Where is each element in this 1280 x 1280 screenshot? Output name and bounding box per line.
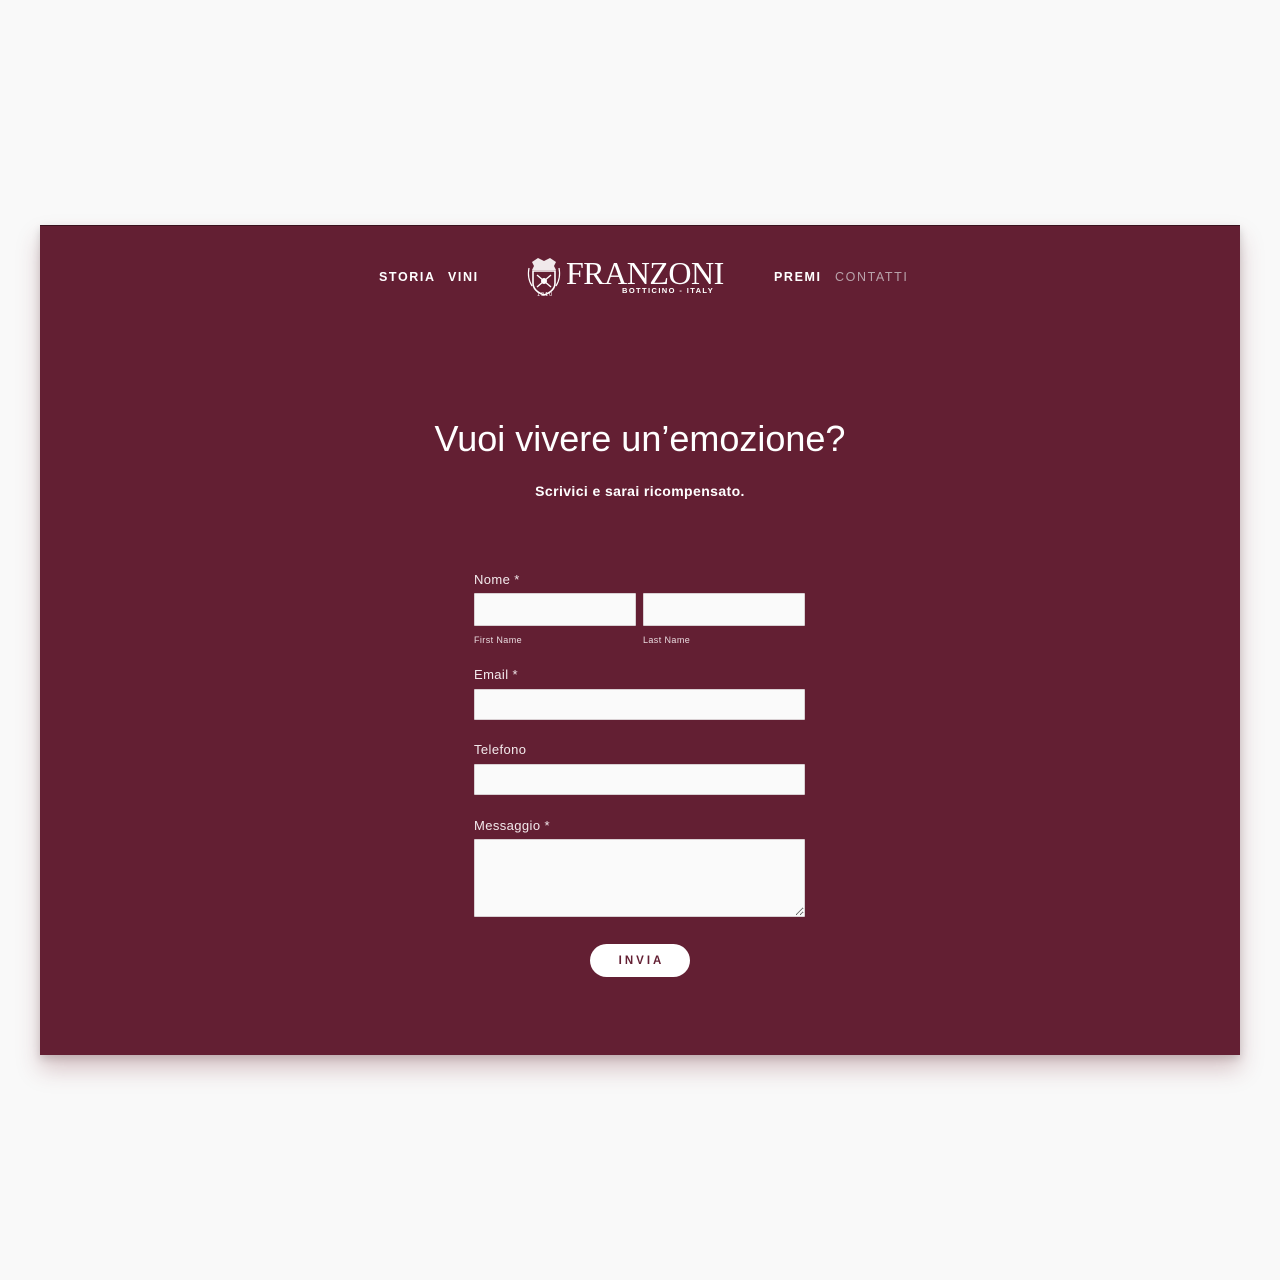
page-title: Vuoi vivere un’emozione? (434, 418, 846, 459)
last-name-sublabel: Last Name (643, 635, 691, 645)
email-field[interactable] (474, 689, 805, 720)
phone-label: Telefono (474, 742, 527, 757)
nav-item-vini[interactable]: VINI (448, 270, 479, 284)
nav-item-contatti[interactable]: CONTATTI (835, 270, 908, 284)
nav-item-premi[interactable]: PREMI (774, 270, 822, 284)
message-label: Messaggio * (474, 818, 550, 833)
logo-year: 1910 (537, 292, 554, 298)
logo-tagline: BOTTICINO - ITALY (622, 286, 715, 295)
first-name-sublabel: First Name (474, 635, 523, 645)
first-name-input[interactable] (474, 593, 636, 626)
name-label: Nome * (474, 572, 520, 587)
contact-section: STORIA VINI FRANZONI BOTTICINO - ITALY 1… (40, 225, 1240, 1055)
message-textarea[interactable] (474, 839, 805, 917)
last-name-input[interactable] (643, 593, 805, 626)
page-subtitle: Scrivici e sarai ricompensato. (535, 483, 745, 499)
submit-button[interactable]: INVIA (590, 944, 690, 977)
email-label: Email * (474, 667, 518, 682)
main-nav: STORIA VINI FRANZONI BOTTICINO - ITALY 1… (40, 255, 1240, 300)
franzoni-logo[interactable]: FRANZONI BOTTICINO - ITALY 1910 (526, 255, 726, 300)
nav-item-storia[interactable]: STORIA (379, 270, 436, 284)
phone-field[interactable] (474, 764, 805, 795)
